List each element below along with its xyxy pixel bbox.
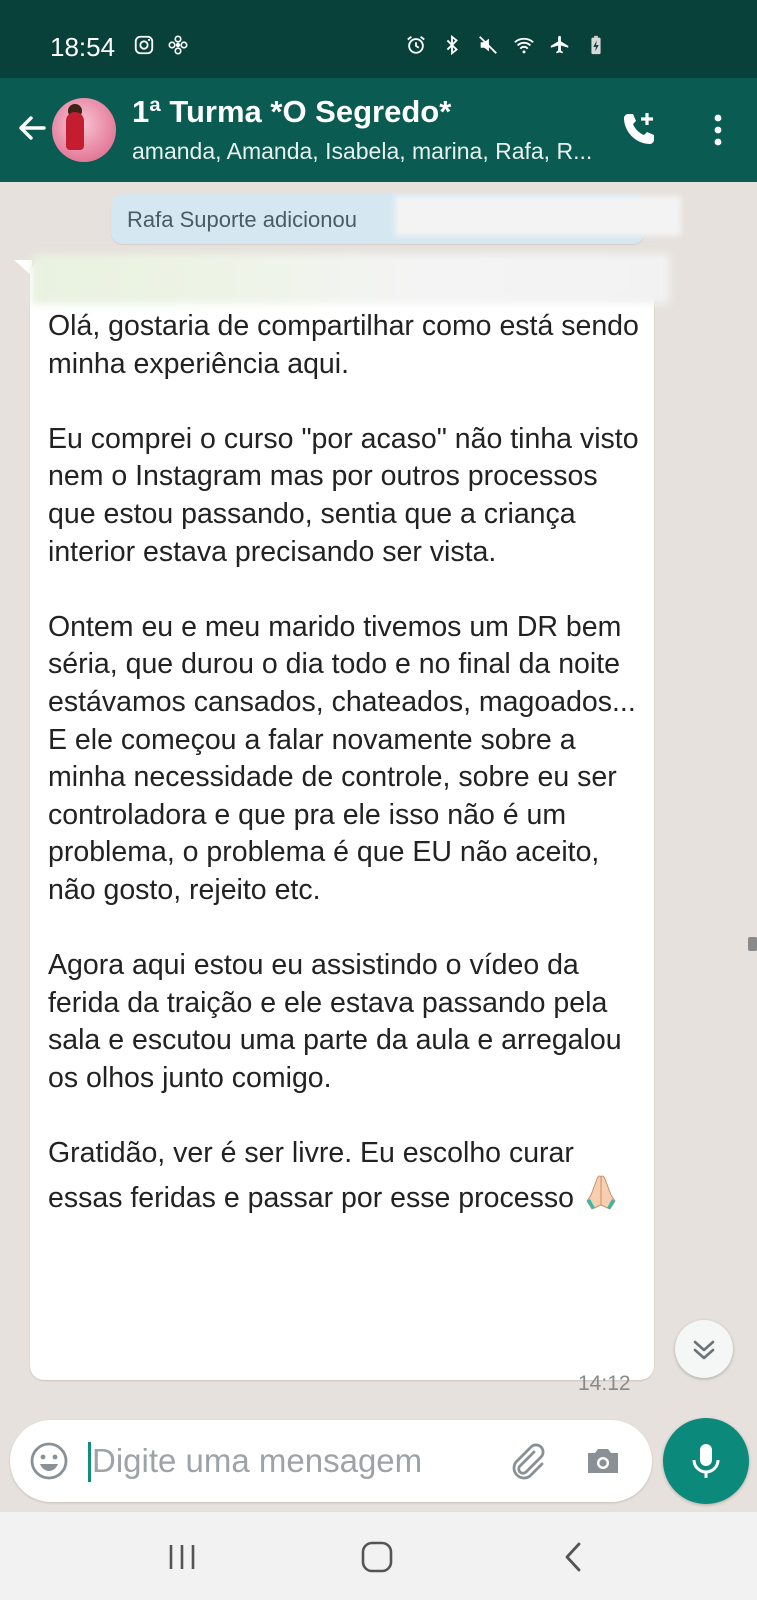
- status-system-icons: [405, 34, 607, 56]
- camera-icon[interactable]: [582, 1440, 624, 1482]
- avatar-figure: [66, 112, 84, 150]
- scrollbar-thumb[interactable]: [748, 937, 757, 951]
- add-call-icon[interactable]: [618, 108, 660, 150]
- chat-participants[interactable]: amanda, Amanda, Isabela, marina, Rafa, R…: [132, 138, 602, 165]
- message-input[interactable]: Digite uma mensagem: [92, 1442, 422, 1480]
- battery-icon: [591, 35, 601, 55]
- message-composer: Digite uma mensagem: [10, 1420, 652, 1502]
- double-chevron-down-icon: [693, 1340, 715, 1360]
- voice-message-button[interactable]: [663, 1418, 749, 1504]
- alarm-icon: [407, 36, 425, 54]
- scroll-to-bottom-button[interactable]: [675, 1320, 733, 1378]
- message-paragraph-last: Gratidão, ver é ser livre. Eu escolho cu…: [48, 1135, 648, 1217]
- arrow-left-icon[interactable]: [12, 108, 52, 148]
- paperclip-icon[interactable]: [506, 1440, 548, 1482]
- message-paragraph: Ontem eu e meu marido tivemos um DR bem …: [48, 610, 636, 906]
- instagram-icon: [134, 35, 154, 55]
- message-paragraph: Agora aqui estou eu assistindo o vídeo d…: [48, 949, 622, 1094]
- airplane-icon: [550, 35, 569, 54]
- recent-apps-icon[interactable]: [165, 1542, 199, 1572]
- mute-icon: [479, 36, 497, 54]
- status-bar: 18:54: [0, 0, 757, 78]
- status-time: 18:54: [50, 32, 116, 62]
- status-notification-icons: [133, 34, 189, 56]
- system-navigation-bar: [0, 1512, 757, 1600]
- wifi-icon: [514, 37, 534, 54]
- home-icon[interactable]: [360, 1540, 394, 1574]
- message-paragraph: Olá, gostaria de compartilhar como está …: [48, 310, 639, 380]
- microphone-icon: [692, 1444, 720, 1478]
- text-cursor: [88, 1442, 91, 1482]
- chat-title[interactable]: 1ª Turma *O Segredo*: [132, 94, 451, 130]
- more-vertical-icon[interactable]: [700, 110, 736, 150]
- smiley-icon[interactable]: [28, 1440, 70, 1482]
- message-text: Olá, gostaria de compartilhar como está …: [48, 308, 648, 1217]
- chat-header: 1ª Turma *O Segredo* amanda, Amanda, Isa…: [0, 78, 757, 182]
- blurred-sender-name: [32, 254, 670, 304]
- message-paragraph-text: Gratidão, ver é ser livre. Eu escolho cu…: [48, 1137, 574, 1214]
- group-avatar[interactable]: [52, 98, 116, 162]
- message-paragraph: Eu comprei o curso "por acaso" não tinha…: [48, 422, 639, 568]
- blurred-region: [395, 196, 681, 236]
- chat-messages-area[interactable]: Rafa Suporte adicionou Olá, gostaria de …: [0, 182, 757, 1512]
- back-nav-icon[interactable]: [560, 1540, 586, 1574]
- bluetooth-icon: [446, 34, 458, 56]
- system-message-text: Rafa Suporte adicionou: [127, 207, 357, 232]
- flower-icon: [168, 35, 188, 55]
- message-timestamp: 14:12: [578, 1372, 631, 1395]
- folded-hands-emoji: [586, 1175, 616, 1210]
